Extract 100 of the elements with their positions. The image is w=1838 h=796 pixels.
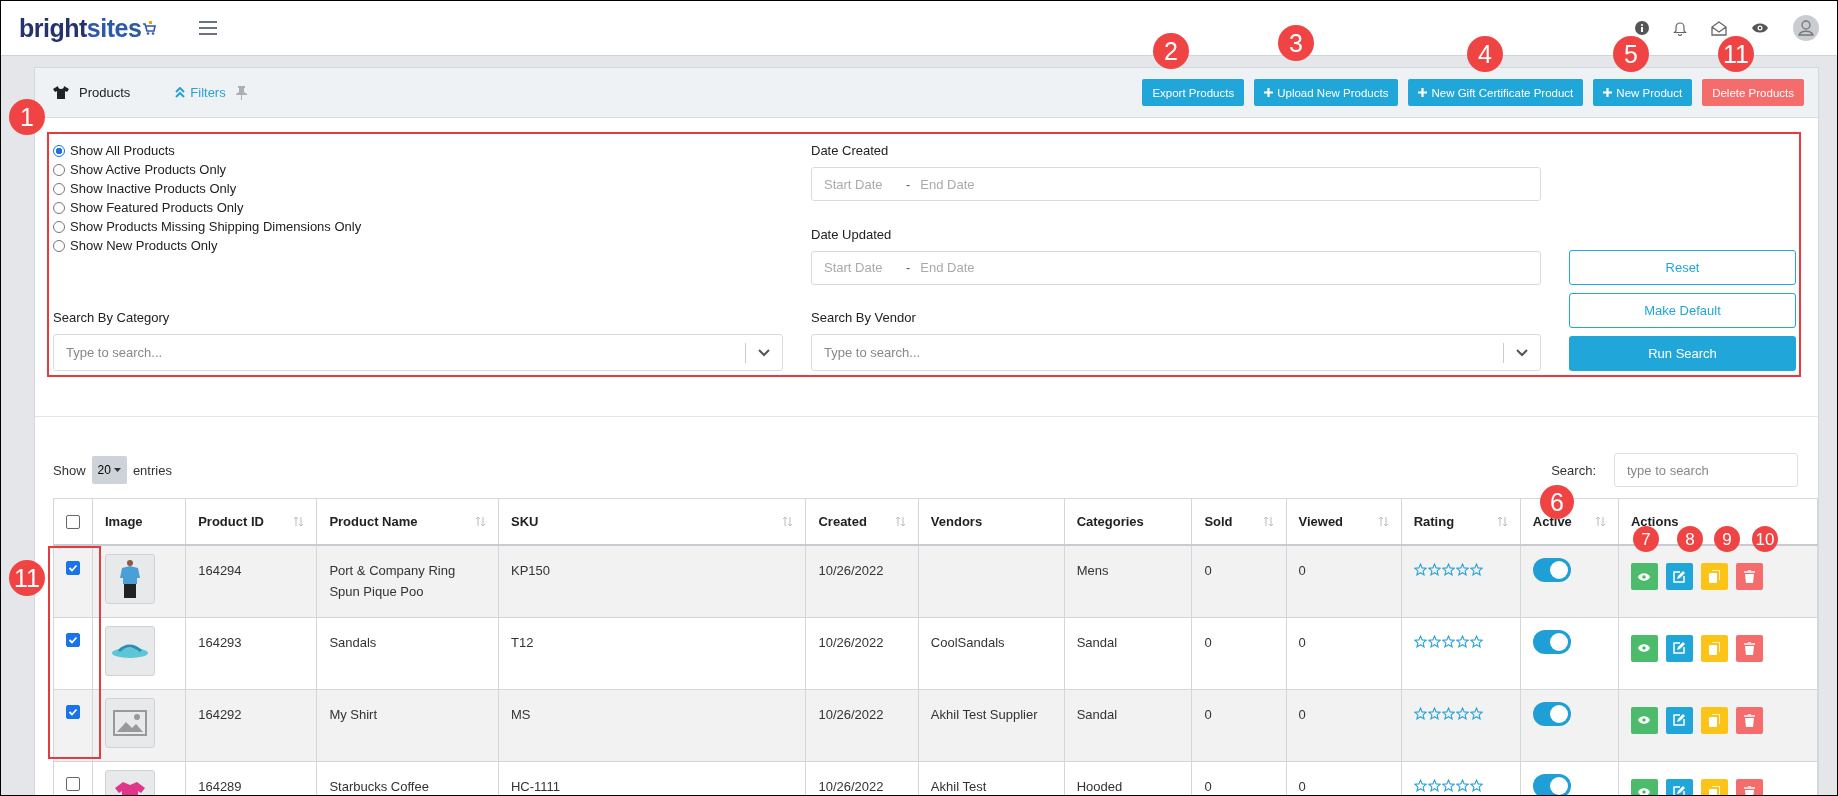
sku-cell: MS [498,689,806,761]
vendor-search-input[interactable]: Type to search... [822,344,1491,361]
sort-icon[interactable] [1262,516,1274,527]
created-date-cell: 10/26/2022 [805,689,919,761]
edit-icon [1673,786,1686,795]
category-cell: Mens [1064,545,1192,617]
radio-option[interactable]: Show All Products [53,143,175,158]
sort-icon[interactable] [1377,516,1389,527]
envelope-icon[interactable] [1711,20,1727,36]
field-label: Search By Category [53,310,171,325]
trash-icon [1743,785,1755,795]
menu-icon[interactable] [198,20,219,36]
bell-icon[interactable] [1673,20,1687,36]
row-checkbox[interactable] [66,704,80,719]
sort-icon[interactable] [1496,516,1508,527]
active-toggle[interactable] [1532,701,1571,726]
sort-icon[interactable] [894,516,906,527]
product-name-cell: Port & Company Ring Spun Pique Poo [316,545,499,617]
radio-button[interactable] [53,220,65,233]
t-shirt-icon [53,86,69,99]
delete-button[interactable] [1735,706,1763,734]
start-date-input[interactable]: Start Date [822,175,906,193]
date-separator: - [906,260,911,275]
delete-button[interactable] [1735,634,1763,662]
product-id-cell: 164293 [185,617,317,689]
copy-icon [1708,570,1720,583]
radio-button[interactable] [53,239,65,252]
shirt-drawing [120,559,140,599]
select-all-checkbox[interactable] [66,514,80,529]
avatar-icon[interactable] [1793,15,1819,41]
eye-icon [1638,788,1651,795]
end-date-input[interactable]: End Date [918,175,1099,193]
delete-button[interactable] [1735,563,1763,590]
field-label: Search By Vendor [811,310,917,325]
step-callout: 11 [9,560,45,596]
edit-button[interactable] [1665,634,1693,662]
active-toggle[interactable] [1532,558,1571,582]
check-icon [68,563,78,573]
start-date-input[interactable]: Start Date [822,259,906,276]
check-icon [68,634,78,645]
sort-icon[interactable] [474,516,486,527]
radio-button[interactable] [53,201,65,214]
product-name-cell: My Shirt [316,689,499,761]
vendor-select[interactable]: Type to search... [811,334,1541,371]
viewed-cell: 0 [1286,689,1402,761]
date-range-field[interactable]: Start Date - End Date [811,250,1541,285]
edit-button[interactable] [1665,563,1693,590]
row-checkbox[interactable] [66,632,80,647]
plus-icon [1418,88,1428,97]
radio-option[interactable]: Show Featured Products Only [53,200,244,215]
copy-icon [1708,713,1720,727]
product-id-cell: 164292 [185,689,317,761]
sort-icon[interactable] [293,516,305,527]
copy-button[interactable] [1700,634,1728,662]
row-checkbox[interactable] [66,561,80,575]
eye-icon[interactable] [1751,22,1769,34]
row-checkbox[interactable] [66,776,80,791]
logo[interactable]: brightsites [19,13,157,43]
active-toggle[interactable] [1532,629,1571,654]
trash-icon [1743,713,1755,727]
copy-icon [1708,641,1720,655]
radio-option[interactable]: Show New Products Only [53,238,218,253]
radio-option[interactable]: Show Products Missing Shipping Dimensions Only [53,219,362,234]
vendor-cell: CoolSandals [918,617,1065,689]
view-button[interactable] [1630,706,1658,734]
table-search-field[interactable]: type to search [1614,453,1798,487]
sort-icon[interactable] [782,516,794,527]
sold-cell: 0 [1191,617,1286,689]
viewed-cell: 0 [1286,545,1402,617]
radio-option[interactable]: Show Active Products Only [53,162,227,177]
edit-button[interactable] [1665,706,1693,734]
copy-button[interactable] [1700,563,1728,590]
radio-button[interactable] [53,182,65,195]
category-select[interactable]: Type to search... [53,334,783,371]
show-label: Show [53,462,86,478]
panel-title: Products [79,85,131,100]
chevron-down-icon[interactable] [758,348,770,357]
sort-icon[interactable] [1594,516,1606,527]
category-search-input[interactable]: Type to search... [64,344,733,361]
radio-button[interactable] [53,144,65,157]
view-button[interactable] [1630,634,1658,662]
viewed-cell: 0 [1286,617,1402,689]
date-range-field[interactable]: Start Date - End Date [811,167,1541,201]
caret-icon [113,468,121,472]
radio-button[interactable] [53,163,65,176]
copy-button[interactable] [1700,706,1728,734]
end-date-input[interactable]: End Date [918,259,1099,276]
eye-icon [1638,644,1651,652]
category-cell: Sandal [1064,617,1192,689]
view-button[interactable] [1630,563,1658,590]
chevron-down-icon[interactable] [1516,348,1528,357]
sku-cell: T12 [498,617,806,689]
info-icon[interactable] [1635,21,1649,35]
active-toggle[interactable] [1532,773,1571,795]
pin-icon[interactable] [235,85,247,100]
product-id-cell: 164294 [185,545,317,617]
page-size-select[interactable]: 20 [91,456,127,484]
radio-option[interactable]: Show Inactive Products Only [53,181,237,196]
search-label: Search: [1551,462,1596,478]
category-cell: Sandal [1064,689,1192,761]
